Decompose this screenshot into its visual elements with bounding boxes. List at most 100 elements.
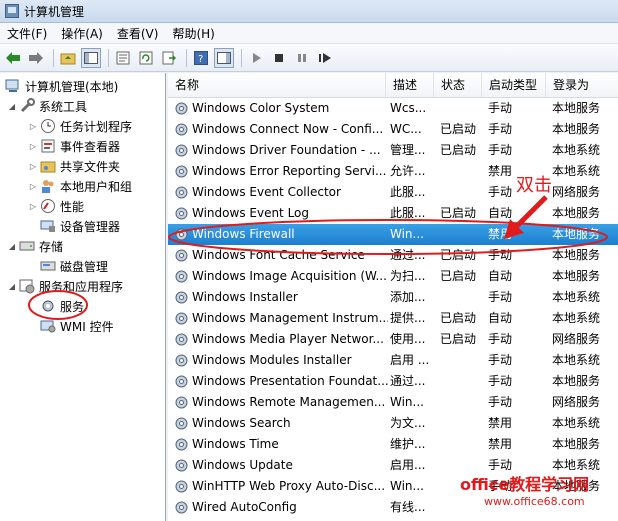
table-row[interactable]: Windows Event Collector 此服... 手动 网络服务 <box>168 182 618 203</box>
tree-label-device-manager: 设备管理器 <box>60 219 121 234</box>
cell-name: Windows Image Acquisition (W... <box>192 269 387 283</box>
tree-item-root[interactable]: 计算机管理(本地) <box>3 76 118 96</box>
cell-status <box>440 497 486 518</box>
tree-item-local-users[interactable]: ▷ 本地用户和组 <box>28 176 132 196</box>
cell-desc: 使用... <box>390 332 426 346</box>
table-row[interactable]: Windows Driver Foundation - ... 管理... 已启动手… <box>168 140 618 161</box>
cell-desc: 为文... <box>390 416 426 430</box>
cell-startup <box>488 497 534 518</box>
expand-arrow-icon[interactable]: ▷ <box>28 182 38 191</box>
cell-desc: 此服... <box>390 185 426 199</box>
restart-service-icon[interactable] <box>315 48 335 68</box>
table-row[interactable]: Windows Event Log 此服... 已启动 自动 本地服务 <box>168 203 618 224</box>
cell-startup: 手动 <box>488 122 513 136</box>
service-gear-icon <box>175 228 188 241</box>
cell-logon: 本地系统 <box>552 290 601 304</box>
service-gear-icon <box>175 396 188 409</box>
cell-name: Windows Event Log <box>192 206 310 220</box>
column-description[interactable]: 描述 <box>386 73 434 97</box>
start-service-icon[interactable] <box>246 48 266 68</box>
tree-item-event-viewer[interactable]: ▷ 事件查看器 <box>28 136 120 156</box>
table-row[interactable]: Windows Installer 添加... 手动 本地系统 <box>168 287 618 308</box>
table-row[interactable]: Windows Firewall Win... 禁用 本地服务 <box>168 224 618 245</box>
properties-icon[interactable] <box>113 48 133 68</box>
table-row[interactable]: Windows Image Acquisition (W... 为扫... 已启动自… <box>168 266 618 287</box>
table-row[interactable]: Windows Search 为文... 禁用 本地系统 <box>168 413 618 434</box>
cell-status <box>440 98 486 119</box>
table-row[interactable]: Windows Connect Now - Confi... WC... 已启动 手动… <box>168 119 618 140</box>
tree-item-performance[interactable]: ▷ 性能 <box>28 196 84 216</box>
cell-logon: 网络服务 <box>552 395 601 409</box>
table-row[interactable]: Windows Modules Installer 启用 ... 手动 本地系统 <box>168 350 618 371</box>
tree-item-system-tools[interactable]: ◢ 系统工具 <box>7 96 87 116</box>
expand-arrow-icon[interactable]: ▷ <box>28 142 38 151</box>
column-name[interactable]: 名称 <box>168 73 386 97</box>
table-row[interactable]: Windows Media Player Networ... 使用... 已启动 手动… <box>168 329 618 350</box>
service-gear-icon <box>175 144 188 157</box>
menu-view[interactable]: 查看(V) <box>110 25 166 42</box>
column-status[interactable]: 状态 <box>434 73 482 97</box>
cell-startup: 禁用 <box>488 227 513 241</box>
cell-startup: 手动 <box>488 143 513 157</box>
cell-desc: WC... <box>390 122 422 136</box>
tree-item-task-scheduler[interactable]: ▷ 任务计划程序 <box>28 116 132 136</box>
cell-name: Windows Search <box>192 416 291 430</box>
tree-label-disk-management: 磁盘管理 <box>60 259 109 274</box>
table-row[interactable]: Windows Remote Managemen... Win... 手动 网络服务 <box>168 392 618 413</box>
cell-logon: 网络服务 <box>552 185 601 199</box>
expand-arrow-icon[interactable]: ▷ <box>28 162 38 171</box>
cell-desc: 管理... <box>390 143 426 157</box>
forward-icon[interactable] <box>26 48 46 68</box>
menu-help[interactable]: 帮助(H) <box>165 25 221 42</box>
service-gear-icon <box>175 291 188 304</box>
cell-status <box>440 350 486 371</box>
table-row[interactable]: Windows Time 维护... 禁用 本地服务 <box>168 434 618 455</box>
cell-name: WinHTTP Web Proxy Auto-Disc... <box>192 479 386 493</box>
tree-item-disk-management[interactable]: 磁盘管理 <box>38 256 108 276</box>
expand-arrow-icon[interactable]: ▷ <box>28 202 38 211</box>
help-icon[interactable]: ? <box>191 48 211 68</box>
tree-item-services[interactable]: 服务 <box>38 296 84 316</box>
collapse-arrow-icon[interactable]: ◢ <box>7 102 17 111</box>
table-row[interactable]: Windows Presentation Foundat... 通过... 手动 本地… <box>168 371 618 392</box>
menu-action[interactable]: 操作(A) <box>54 25 110 42</box>
cell-status <box>440 476 486 497</box>
column-logon-as[interactable]: 登录为 <box>546 73 618 97</box>
collapse-arrow-icon[interactable]: ◢ <box>7 282 17 291</box>
table-row[interactable]: Windows Update 启用... 手动 本地系统 <box>168 455 618 476</box>
cell-status <box>440 224 486 245</box>
column-startup-type[interactable]: 启动类型 <box>482 73 546 97</box>
collapse-arrow-icon[interactable]: ◢ <box>7 242 17 251</box>
table-row[interactable]: WinHTTP Web Proxy Auto-Disc... Win... 手动 本地… <box>168 476 618 497</box>
tree-item-services-apps[interactable]: ◢ 服务和应用程序 <box>7 276 123 296</box>
tree-item-storage[interactable]: ◢ 存储 <box>7 236 63 256</box>
table-row[interactable]: Wired AutoConfig 有线... <box>168 497 618 518</box>
tree-item-device-manager[interactable]: 设备管理器 <box>38 216 120 236</box>
cell-desc: 维护... <box>390 437 426 451</box>
cell-name: Windows Connect Now - Confi... <box>192 122 384 136</box>
back-icon[interactable] <box>3 48 23 68</box>
tree-item-wmi[interactable]: WMI 控件 <box>38 316 114 336</box>
cell-startup: 手动 <box>488 290 513 304</box>
menu-file[interactable]: 文件(F) <box>0 25 54 42</box>
service-gear-icon <box>175 438 188 451</box>
cell-startup: 禁用 <box>488 437 513 451</box>
refresh-icon[interactable] <box>136 48 156 68</box>
toolbar-separator <box>108 48 109 67</box>
table-row[interactable]: Windows Error Reporting Servi... 允许... 禁用 本… <box>168 161 618 182</box>
cell-status: 已启动 <box>440 143 477 157</box>
service-gear-icon <box>175 165 188 178</box>
expand-arrow-icon[interactable]: ▷ <box>28 122 38 131</box>
pause-service-icon[interactable] <box>292 48 312 68</box>
stop-service-icon[interactable] <box>269 48 289 68</box>
cell-name: Windows Remote Managemen... <box>192 395 386 409</box>
tree-item-shared-folders[interactable]: ▷ 共享文件夹 <box>28 156 120 176</box>
show-hide-action-pane-icon[interactable] <box>214 47 234 68</box>
table-row[interactable]: Windows Color System Wcs... 手动 本地服务 <box>168 98 618 119</box>
export-list-icon[interactable] <box>159 48 179 68</box>
table-row[interactable]: Windows Management Instrum... 提供... 已启动 自动 本… <box>168 308 618 329</box>
services-icon <box>42 300 54 312</box>
show-hide-tree-icon[interactable] <box>81 47 101 68</box>
up-folder-icon[interactable] <box>58 48 78 68</box>
table-row[interactable]: Windows Font Cache Service 通过... 已启动 手动 本地服务 <box>168 245 618 266</box>
